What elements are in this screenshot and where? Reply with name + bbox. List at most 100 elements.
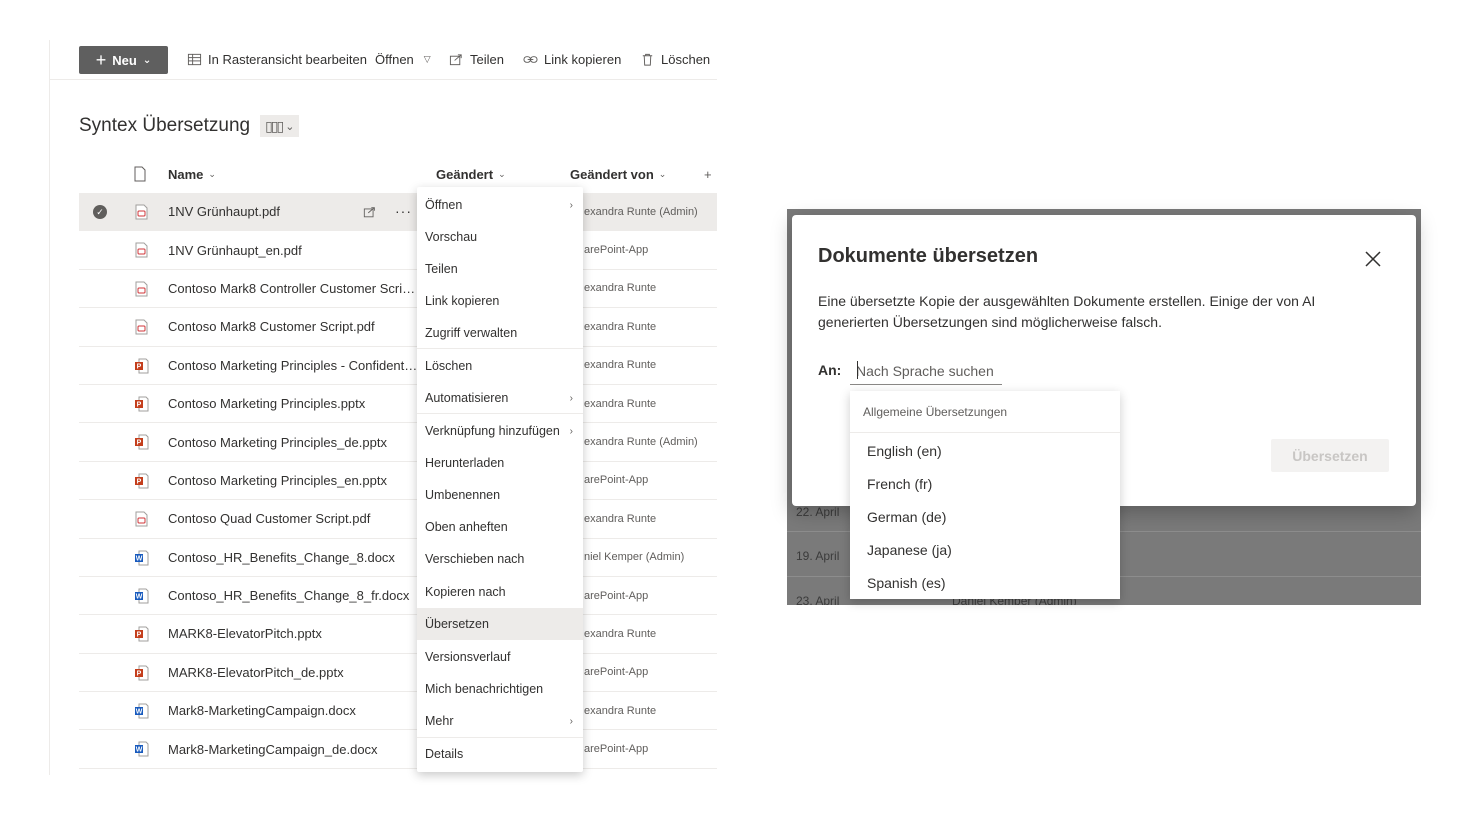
svg-text:P: P xyxy=(137,632,142,639)
context-menu-item[interactable]: Öffnen › xyxy=(417,189,583,221)
table-row[interactable]: Contoso Mark8 Customer Script.pdf exandra… xyxy=(79,308,717,347)
table-row[interactable]: Contoso Quad Customer Script.pdf exandra … xyxy=(79,500,717,539)
table-row[interactable]: W Contoso_HR_Benefits_Change_8_fr.docx are… xyxy=(79,577,717,616)
table-row[interactable]: P MARK8-ElevatorPitch_de.pptx arePoint-App xyxy=(79,654,717,693)
modified-by: arePoint-App xyxy=(584,474,649,487)
context-menu-item[interactable]: Link kopieren xyxy=(417,285,583,317)
context-menu-item[interactable]: Automatisieren › xyxy=(417,382,583,414)
chevron-down-icon: ⌄ xyxy=(142,54,152,66)
file-name[interactable]: MARK8-ElevatorPitch_de.pptx xyxy=(168,665,418,680)
file-name[interactable]: Contoso Marketing Principles.pptx xyxy=(168,396,418,411)
add-column-button[interactable]: + xyxy=(704,165,712,183)
close-icon[interactable] xyxy=(1364,250,1382,268)
library-title: Syntex Übersetzung ▯▯▯ ⌄ xyxy=(79,115,300,137)
column-header-modified-by[interactable]: Geändert von ⌄ xyxy=(570,165,666,183)
chevron-down-icon: ⌄ xyxy=(658,168,667,179)
menu-item-label: Link kopieren xyxy=(425,294,500,308)
column-header-name-label: Name xyxy=(168,166,204,182)
file-name[interactable]: 1NV Grünhaupt.pdf xyxy=(168,204,418,219)
file-type-header-icon[interactable] xyxy=(133,166,147,182)
open-label: Öffnen xyxy=(375,52,414,67)
language-option-es[interactable]: Spanish (es) xyxy=(867,575,946,591)
new-button-label: Neu xyxy=(112,52,137,68)
column-header-modified-by-label: Geändert von xyxy=(570,166,654,182)
context-menu-item[interactable]: Teilen xyxy=(417,253,583,285)
new-button[interactable]: + Neu ⌄ xyxy=(79,46,168,74)
language-option-de[interactable]: German (de) xyxy=(867,509,946,525)
column-header-name[interactable]: Name ⌄ xyxy=(168,165,216,183)
context-menu-item[interactable]: Löschen xyxy=(417,350,583,382)
translate-button[interactable]: Übersetzen xyxy=(1271,439,1389,472)
context-menu-item[interactable]: Oben anheften xyxy=(417,511,583,543)
table-row[interactable]: Contoso Mark8 Controller Customer Script… xyxy=(79,270,717,309)
table-row[interactable]: W Mark8-MarketingCampaign.docx exandra Run… xyxy=(79,692,717,731)
context-menu-item[interactable]: Umbenennen xyxy=(417,479,583,511)
checkmark-icon[interactable]: ✓ xyxy=(93,204,107,219)
file-name[interactable]: Contoso Marketing Principles_en.pptx xyxy=(168,473,418,488)
table-row[interactable]: ✓ 1NV Grünhaupt.pdf ··· exandra Runte (Admi… xyxy=(79,193,717,232)
pptx-file-icon: P xyxy=(134,358,149,374)
table-row[interactable]: W Mark8-MarketingCampaign_de.docx arePoint… xyxy=(79,730,717,769)
dropdown-group-header: Allgemeine Übersetzungen xyxy=(863,405,1008,419)
context-menu-item[interactable]: Verschieben nach xyxy=(417,543,583,575)
file-name[interactable]: MARK8-ElevatorPitch.pptx xyxy=(168,626,418,641)
language-dropdown: Allgemeine Übersetzungen English (en) Fr… xyxy=(850,391,1120,599)
command-bar: + Neu ⌄ In Rasteransicht bearbeiten Öffn… xyxy=(50,40,717,80)
library-view-icon: ▯▯▯ xyxy=(265,117,284,134)
language-search-input[interactable] xyxy=(850,357,1002,385)
context-menu-item[interactable]: Herunterladen xyxy=(417,447,583,479)
pdf-file-icon xyxy=(134,511,149,527)
context-menu-item[interactable]: Versionsverlauf xyxy=(417,641,583,673)
background-date: 22. April xyxy=(796,505,840,519)
file-name[interactable]: 1NV Grünhaupt_en.pdf xyxy=(168,243,418,258)
pptx-file-icon: P xyxy=(134,665,149,681)
table-row[interactable]: P MARK8-ElevatorPitch.pptx exandra Runte xyxy=(79,615,717,654)
file-name[interactable]: Mark8-MarketingCampaign.docx xyxy=(168,703,418,718)
table-row[interactable]: P Contoso Marketing Principles_en.pptx are… xyxy=(79,462,717,501)
menu-item-label: Herunterladen xyxy=(425,456,505,470)
share-button[interactable]: Teilen xyxy=(449,52,504,67)
copy-link-button[interactable]: Link kopieren xyxy=(523,52,621,67)
modified-by: arePoint-App xyxy=(584,666,649,679)
context-menu-item[interactable]: Mich benachrichtigen xyxy=(417,673,583,705)
file-name[interactable]: Contoso_HR_Benefits_Change_8_fr.docx xyxy=(168,588,418,603)
context-menu-item[interactable]: Vorschau xyxy=(417,221,583,253)
language-option-en[interactable]: English (en) xyxy=(867,443,942,459)
language-option-fr[interactable]: French (fr) xyxy=(867,476,932,492)
file-name[interactable]: Contoso_HR_Benefits_Change_8.docx xyxy=(168,550,418,565)
context-menu-item[interactable]: Übersetzen xyxy=(417,608,583,640)
table-row[interactable]: P Contoso Marketing Principles_de.pptx exa… xyxy=(79,423,717,462)
context-menu-item[interactable]: Mehr › xyxy=(417,705,583,737)
svg-text:W: W xyxy=(136,555,143,562)
svg-text:W: W xyxy=(136,593,143,600)
pptx-file-icon: P xyxy=(134,626,149,642)
table-row[interactable]: P Contoso Marketing Principles.pptx exandr… xyxy=(79,385,717,424)
context-menu-item[interactable]: Verknüpfung hinzufügen › xyxy=(417,415,583,447)
chevron-right-icon: › xyxy=(569,199,573,211)
menu-item-label: Umbenennen xyxy=(425,488,501,502)
table-row[interactable]: P Contoso Marketing Principles - Confiden… xyxy=(79,347,717,385)
file-name[interactable]: Contoso Marketing Principles_de.pptx xyxy=(168,435,418,450)
share-icon[interactable] xyxy=(363,205,377,219)
file-name[interactable]: Mark8-MarketingCampaign_de.docx xyxy=(168,742,418,757)
file-name[interactable]: Contoso Quad Customer Script.pdf xyxy=(168,511,418,526)
open-button[interactable]: Öffnen ▽ xyxy=(375,52,431,67)
column-header-modified[interactable]: Geändert ⌄ xyxy=(436,165,506,183)
view-switcher-button[interactable]: ▯▯▯ ⌄ xyxy=(260,115,300,137)
file-name[interactable]: Contoso Mark8 Controller Customer Script… xyxy=(168,281,418,296)
menu-item-label: Öffnen xyxy=(425,198,463,212)
language-option-ja[interactable]: Japanese (ja) xyxy=(867,542,952,558)
table-row[interactable]: W Contoso_HR_Benefits_Change_8.docx niel K… xyxy=(79,539,717,577)
menu-divider xyxy=(417,348,583,349)
context-menu-item[interactable]: Kopieren nach xyxy=(417,576,583,608)
delete-button[interactable]: Löschen xyxy=(640,52,710,67)
grid-edit-button[interactable]: In Rasteransicht bearbeiten xyxy=(187,52,367,67)
file-name[interactable]: Contoso Mark8 Customer Script.pdf xyxy=(168,319,418,334)
chevron-down-icon: ▽ xyxy=(423,54,431,64)
context-menu-item[interactable]: Details xyxy=(417,738,583,770)
modified-by: exandra Runte xyxy=(584,282,657,295)
file-name[interactable]: Contoso Marketing Principles - Confident… xyxy=(168,358,418,373)
more-options-icon[interactable]: ··· xyxy=(395,203,412,219)
table-row[interactable]: 1NV Grünhaupt_en.pdf arePoint-App xyxy=(79,231,717,270)
context-menu-item[interactable]: Zugriff verwalten xyxy=(417,317,583,349)
